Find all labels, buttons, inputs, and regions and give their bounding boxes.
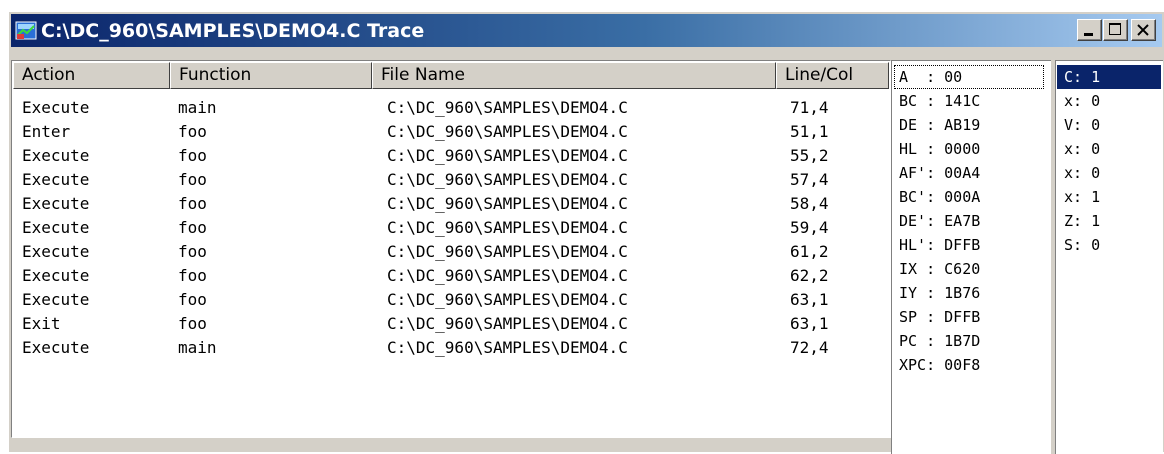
register-hl-alt[interactable]: HL': DFFB	[894, 233, 1044, 257]
trace-row[interactable]: Execute foo C:\DC_960\SAMPLES\DEMO4.C 61…	[12, 240, 888, 264]
trace-file: C:\DC_960\SAMPLES\DEMO4.C	[387, 194, 628, 213]
trace-action: Execute	[22, 98, 90, 117]
trace-row[interactable]: Execute main C:\DC_960\SAMPLES\DEMO4.C 7…	[12, 336, 888, 360]
register-pc[interactable]: PC : 1B7D	[894, 329, 1044, 353]
flags-pane[interactable]: C: 1 x: 0 V: 0 x: 0 x: 0 x: 1 Z: 1 S: 0	[1055, 60, 1163, 454]
flag-x[interactable]: x: 0	[1057, 89, 1161, 113]
trace-function: foo	[178, 314, 207, 333]
trace-row[interactable]: Execute foo C:\DC_960\SAMPLES\DEMO4.C 58…	[12, 192, 888, 216]
trace-action: Execute	[22, 194, 90, 213]
title-bar[interactable]: C:\DC_960\SAMPLES\DEMO4.C Trace	[11, 14, 1162, 47]
register-pane[interactable]: A : 00 BC : 141C DE : AB19 HL : 0000 AF'…	[891, 60, 1051, 454]
trace-file: C:\DC_960\SAMPLES\DEMO4.C	[387, 218, 628, 237]
flag-x[interactable]: x: 0	[1057, 161, 1161, 185]
column-header-action[interactable]: Action	[13, 62, 170, 89]
trace-file: C:\DC_960\SAMPLES\DEMO4.C	[387, 266, 628, 285]
trace-line-col: 63,1	[790, 290, 829, 309]
column-header-file-name[interactable]: File Name	[372, 62, 776, 89]
register-bc[interactable]: BC : 141C	[894, 89, 1044, 113]
close-button[interactable]	[1131, 19, 1156, 41]
trace-file: C:\DC_960\SAMPLES\DEMO4.C	[387, 338, 628, 357]
column-header-line-col[interactable]: Line/Col	[776, 62, 889, 89]
trace-row[interactable]: Exit foo C:\DC_960\SAMPLES\DEMO4.C 63,1	[12, 312, 888, 336]
trace-action: Execute	[22, 242, 90, 261]
trace-file: C:\DC_960\SAMPLES\DEMO4.C	[387, 290, 628, 309]
trace-function: foo	[178, 170, 207, 189]
trace-row[interactable]: Execute main C:\DC_960\SAMPLES\DEMO4.C 7…	[12, 96, 888, 120]
trace-action: Execute	[22, 338, 90, 357]
flag-x[interactable]: x: 0	[1057, 137, 1161, 161]
trace-line-col: 61,2	[790, 242, 829, 261]
register-xpc[interactable]: XPC: 00F8	[894, 353, 1044, 377]
register-a[interactable]: A : 00	[894, 65, 1044, 89]
trace-function: foo	[178, 242, 207, 261]
trace-function: foo	[178, 146, 207, 165]
trace-line-col: 58,4	[790, 194, 829, 213]
trace-function: foo	[178, 218, 207, 237]
trace-function: main	[178, 98, 217, 117]
flag-z[interactable]: Z: 1	[1057, 209, 1161, 233]
trace-line-col: 57,4	[790, 170, 829, 189]
trace-list[interactable]: Action Function File Name Line/Col Execu…	[11, 60, 891, 438]
trace-row[interactable]: Execute foo C:\DC_960\SAMPLES\DEMO4.C 59…	[12, 216, 888, 240]
trace-action: Exit	[22, 314, 61, 333]
trace-line-col: 63,1	[790, 314, 829, 333]
trace-action: Execute	[22, 290, 90, 309]
trace-function: foo	[178, 266, 207, 285]
trace-file: C:\DC_960\SAMPLES\DEMO4.C	[387, 122, 628, 141]
register-ix[interactable]: IX : C620	[894, 257, 1044, 281]
trace-window: C:\DC_960\SAMPLES\DEMO4.C Trace Action F…	[7, 10, 1164, 454]
column-header-function[interactable]: Function	[170, 62, 372, 89]
trace-list-header: Action Function File Name Line/Col	[13, 62, 889, 89]
trace-action: Execute	[22, 266, 90, 285]
trace-file: C:\DC_960\SAMPLES\DEMO4.C	[387, 314, 628, 333]
trace-window-icon[interactable]	[15, 19, 37, 41]
trace-line-col: 72,4	[790, 338, 829, 357]
maximize-icon	[1109, 23, 1121, 35]
register-af-alt[interactable]: AF': 00A4	[894, 161, 1044, 185]
trace-row[interactable]: Execute foo C:\DC_960\SAMPLES\DEMO4.C 57…	[12, 168, 888, 192]
trace-row[interactable]: Enter foo C:\DC_960\SAMPLES\DEMO4.C 51,1	[12, 120, 888, 144]
trace-function: foo	[178, 122, 207, 141]
minimize-button[interactable]	[1077, 19, 1102, 41]
register-bc-alt[interactable]: BC': 000A	[894, 185, 1044, 209]
flag-c[interactable]: C: 1	[1057, 65, 1161, 89]
flag-s[interactable]: S: 0	[1057, 233, 1161, 257]
trace-function: main	[178, 338, 217, 357]
flag-v[interactable]: V: 0	[1057, 113, 1161, 137]
trace-file: C:\DC_960\SAMPLES\DEMO4.C	[387, 242, 628, 261]
trace-line-col: 51,1	[790, 122, 829, 141]
trace-line-col: 71,4	[790, 98, 829, 117]
register-hl[interactable]: HL : 0000	[894, 137, 1044, 161]
trace-row[interactable]: Execute foo C:\DC_960\SAMPLES\DEMO4.C 62…	[12, 264, 888, 288]
trace-action: Execute	[22, 170, 90, 189]
trace-file: C:\DC_960\SAMPLES\DEMO4.C	[387, 98, 628, 117]
minimize-icon	[1084, 33, 1093, 36]
trace-line-col: 59,4	[790, 218, 829, 237]
window-title: C:\DC_960\SAMPLES\DEMO4.C Trace	[41, 20, 425, 42]
trace-function: foo	[178, 290, 207, 309]
trace-line-col: 62,2	[790, 266, 829, 285]
trace-function: foo	[178, 194, 207, 213]
maximize-button[interactable]	[1103, 19, 1128, 41]
trace-row[interactable]: Execute foo C:\DC_960\SAMPLES\DEMO4.C 55…	[12, 144, 888, 168]
register-sp[interactable]: SP : DFFB	[894, 305, 1044, 329]
register-iy[interactable]: IY : 1B76	[894, 281, 1044, 305]
trace-file: C:\DC_960\SAMPLES\DEMO4.C	[387, 146, 628, 165]
trace-action: Execute	[22, 146, 90, 165]
trace-line-col: 55,2	[790, 146, 829, 165]
trace-file: C:\DC_960\SAMPLES\DEMO4.C	[387, 170, 628, 189]
flag-x[interactable]: x: 1	[1057, 185, 1161, 209]
trace-action: Execute	[22, 218, 90, 237]
trace-row[interactable]: Execute foo C:\DC_960\SAMPLES\DEMO4.C 63…	[12, 288, 888, 312]
register-de[interactable]: DE : AB19	[894, 113, 1044, 137]
register-de-alt[interactable]: DE': EA7B	[894, 209, 1044, 233]
close-icon	[1137, 24, 1149, 36]
trace-action: Enter	[22, 122, 71, 141]
